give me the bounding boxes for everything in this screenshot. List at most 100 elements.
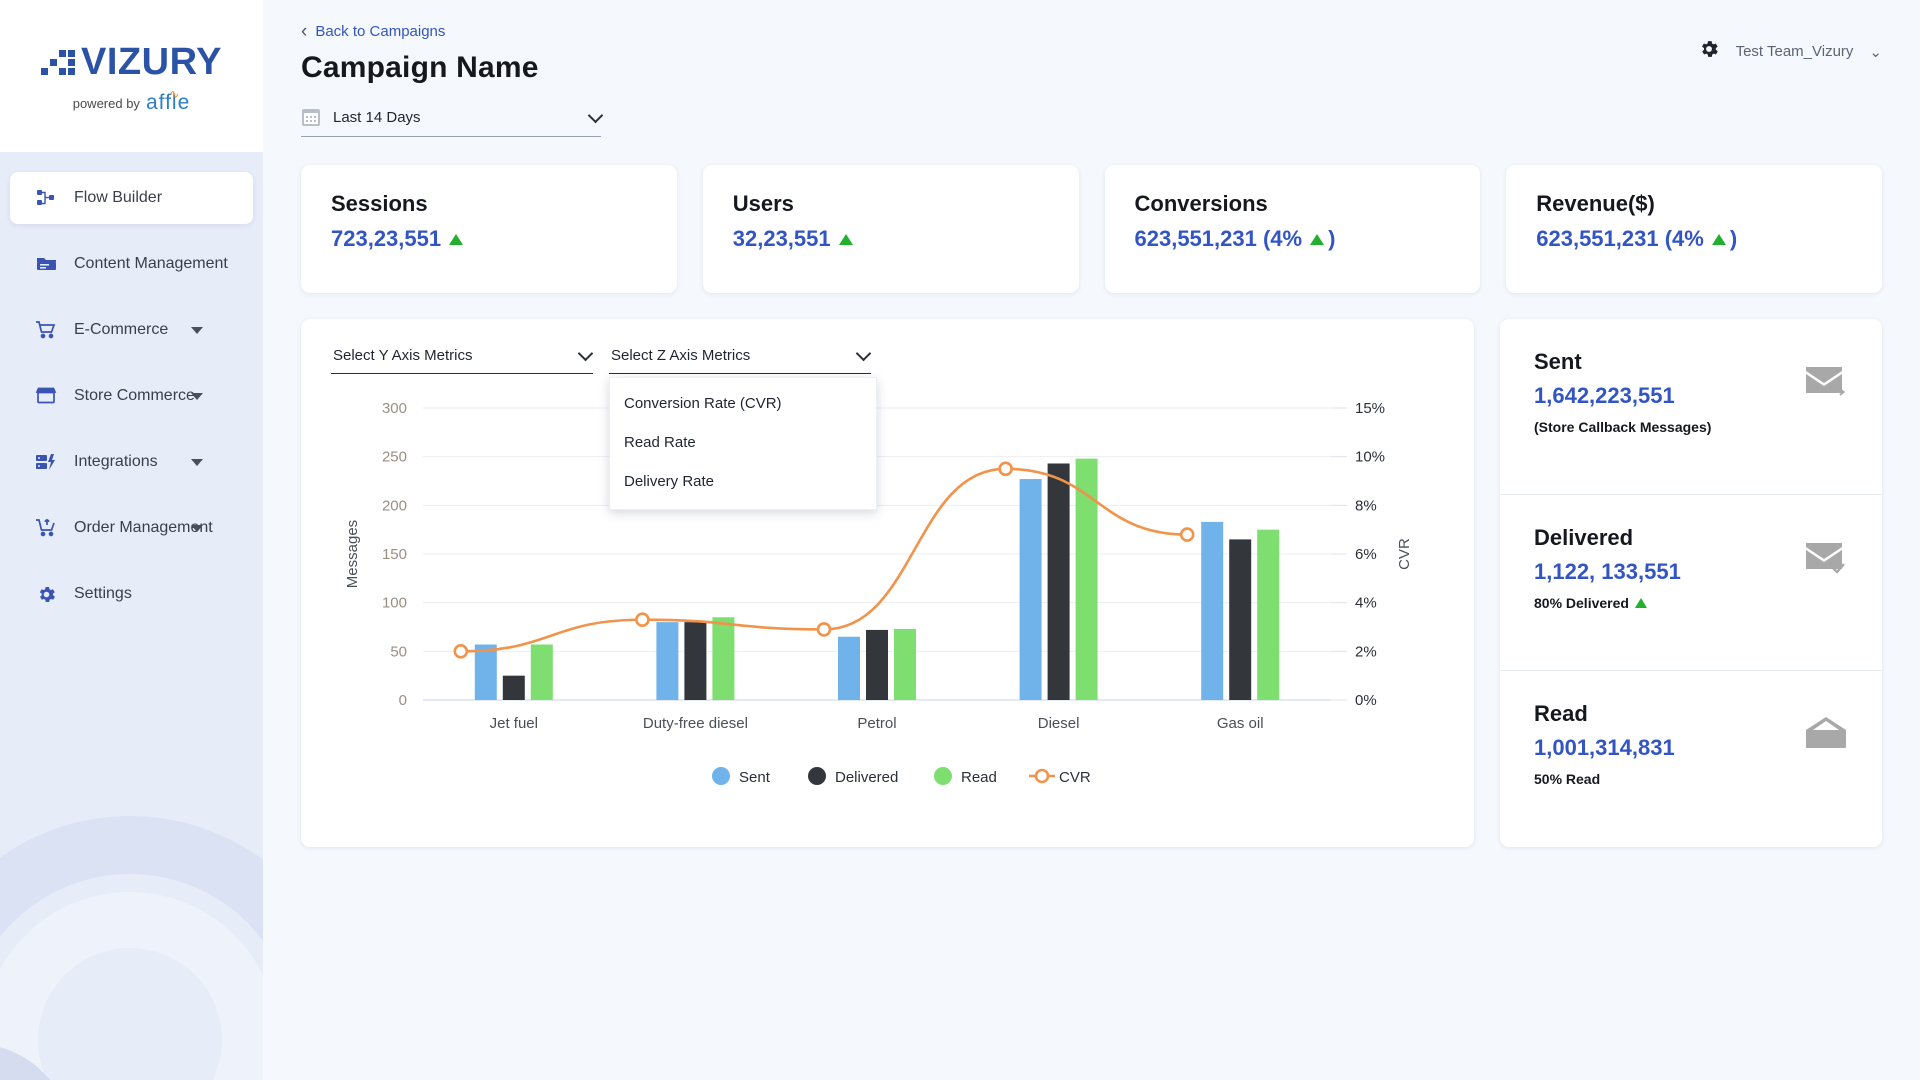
kpi-value: 623,551,231 (4% [1536,226,1704,251]
stat-card-delivered: Delivered 1,122, 133,551 80% Delivered [1500,495,1882,671]
powered-by: powered by ∿ affle [72,87,191,115]
chevron-down-icon[interactable] [191,458,203,466]
stat-title: Delivered [1534,525,1634,550]
stat-title: Read [1534,701,1588,726]
sidebar-item-label: Settings [74,585,132,602]
trend-up-icon [449,233,464,245]
kpi-card-conversions: Conversions 623,551,231 (4% ) [1104,165,1481,293]
trend-up-icon [1711,233,1726,245]
top-bar: ‹ Back to Campaigns Campaign Name Test T… [301,22,1882,85]
chevron-down-icon[interactable] [855,345,872,362]
sidebar-item-store-commerce[interactable]: Store Commerce [10,370,253,422]
chart-svg: 0 50 100 150 200 250 300 0% 2% 4% 6% 8% 10% 15% Messag… [344,400,1413,786]
svg-text:6%: 6% [1355,546,1377,563]
sidebar-item-integrations[interactable]: Integrations [10,436,253,488]
sidebar-item-label: E-Commerce [74,321,169,338]
kpi-title: Sessions [331,191,428,216]
folder-icon [32,254,60,274]
svg-text:Read: Read [961,769,997,786]
y-axis-select-label: Select Y Axis Metrics [333,347,473,364]
back-to-campaigns-link[interactable]: ‹ Back to Campaigns [301,22,539,41]
sidebar-item-order-management[interactable]: Order Management [10,502,253,554]
stat-value: 1,642,223,551 [1534,383,1675,408]
chevron-down-icon[interactable] [191,326,203,334]
stat-note: (Store Callback Messages) [1534,419,1712,435]
chevron-down-icon[interactable] [191,392,203,400]
svg-text:Messages: Messages [344,520,361,588]
svg-text:Jet fuel: Jet fuel [490,715,538,732]
svg-text:10%: 10% [1355,449,1385,466]
svg-text:2%: 2% [1355,643,1377,660]
svg-text:150: 150 [382,546,407,563]
affle-wave-icon: ∿ [169,87,181,101]
z-axis-metric-select[interactable]: Select Z Axis Metrics [609,343,872,374]
cart-icon [32,320,60,340]
integrations-icon [32,452,60,472]
chevron-down-icon[interactable] [577,345,594,362]
svg-text:15%: 15% [1355,400,1385,417]
svg-text:0: 0 [399,692,407,709]
kpi-value: 723,23,551 [331,226,442,251]
svg-text:200: 200 [382,497,407,514]
svg-text:50: 50 [390,643,407,660]
date-range-selector[interactable]: Last 14 Days [301,107,604,137]
sidebar-item-label: Content Management [74,255,228,272]
z-axis-select-label: Select Z Axis Metrics [611,347,751,364]
svg-text:CVR: CVR [1396,538,1413,570]
kpi-value-suffix: ) [1328,226,1336,251]
flow-builder-icon [32,188,60,208]
stat-sub-label: 50% Read [1534,771,1601,787]
powered-by-label: powered by [72,95,140,111]
svg-text:0%: 0% [1355,692,1377,709]
trend-up-icon [838,233,853,245]
account-menu[interactable]: Test Team_Vizury ⌄ [1698,38,1882,65]
svg-text:300: 300 [382,400,407,417]
account-name: Test Team_Vizury [1735,43,1854,60]
stat-value: 1,001,314,831 [1534,735,1675,760]
affle-wordmark: ∿ affle [145,87,191,114]
kpi-title: Conversions [1134,191,1268,216]
storefront-icon [32,386,60,406]
y-axis-metric-select[interactable]: Select Y Axis Metrics [331,343,594,374]
sidebar-item-label: Flow Builder [74,189,163,206]
svg-text:8%: 8% [1355,497,1377,514]
stat-sub-label: 80% Delivered [1534,595,1629,611]
chart-card: Select Y Axis Metrics Select Z Axis Metr… [301,319,1474,847]
chevron-down-icon[interactable]: ⌄ [1869,43,1882,61]
sidebar-item-flow-builder[interactable]: Flow Builder [10,172,253,224]
sidebar-decoration [0,816,263,1080]
logo-pixel-mark-icon [41,49,76,75]
sidebar: VIZURY powered by ∿ affle Flow Builder C… [0,0,263,1080]
envelope-check-icon [1804,539,1848,580]
stat-text: Delivered 1,122, 133,551 80% Delivered [1534,525,1681,611]
sidebar-item-label: Store Commerce [74,387,195,404]
stat-title: Sent [1534,349,1582,374]
sidebar-item-settings[interactable]: Settings [10,568,253,620]
kpi-card-revenue: Revenue($) 623,551,231 (4% ) [1506,165,1882,293]
svg-text:250: 250 [382,449,407,466]
gear-icon[interactable] [1698,38,1720,65]
dropdown-option-conversion-rate[interactable]: Conversion Rate (CVR) [610,384,876,423]
sidebar-item-content-management[interactable]: Content Management [10,238,253,290]
chevron-left-icon: ‹ [301,21,308,42]
dropdown-option-read-rate[interactable]: Read Rate [610,423,876,462]
envelope-open-icon [1804,715,1848,756]
kpi-card-sessions: Sessions 723,23,551 [301,165,677,293]
main-content: ‹ Back to Campaigns Campaign Name Test T… [263,0,1920,1080]
svg-text:Duty-free diesel: Duty-free diesel [643,715,748,732]
trend-up-icon [1634,598,1647,608]
order-cart-icon [32,518,60,538]
stat-card-sent: Sent 1,642,223,551 (Store Callback Messa… [1500,319,1882,495]
sidebar-item-e-commerce[interactable]: E-Commerce [10,304,253,356]
chevron-down-icon[interactable] [587,107,604,123]
kpi-row: Sessions 723,23,551 Users 32,23,551 Conv… [301,165,1882,293]
dropdown-option-delivery-rate[interactable]: Delivery Rate [610,462,876,501]
kpi-card-users: Users 32,23,551 [702,165,1079,293]
envelope-send-icon [1804,363,1848,404]
message-stats-panel: Sent 1,642,223,551 (Store Callback Messa… [1500,319,1882,847]
chevron-down-icon[interactable] [191,524,203,532]
logo-row: VIZURY [41,43,222,81]
z-axis-dropdown-menu: Conversion Rate (CVR) Read Rate Delivery… [609,377,877,510]
svg-text:Gas oil: Gas oil [1217,715,1264,732]
sidebar-nav: Flow Builder Content Management E-Commer… [0,152,263,620]
